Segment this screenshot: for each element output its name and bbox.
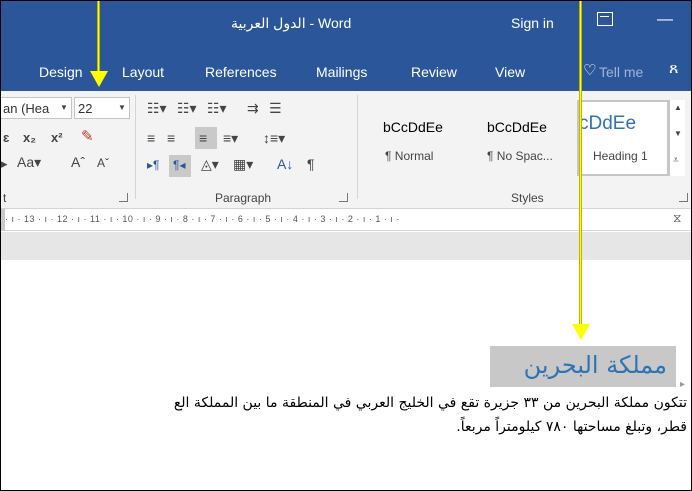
window-title: الدول العربية - Word — [231, 15, 352, 31]
ruler: · ı · 13 · ı · 12 · ı · 11 · ı · 10 · ı … — [1, 209, 691, 231]
align-right-icon[interactable]: ≡ — [199, 131, 207, 145]
share-icon[interactable]: ጸ — [669, 60, 678, 78]
chevron-down-icon: ▼ — [60, 103, 68, 112]
style-preview: bCcDdEe — [383, 119, 443, 135]
paragraph-group-label: Paragraph — [215, 191, 272, 205]
word-window: الدول العربية - Word Sign in — Design La… — [0, 0, 692, 491]
tell-me-box[interactable]: Tell me — [599, 64, 643, 80]
chevron-up-icon[interactable]: ▲ — [674, 104, 682, 112]
paragraph-mark-icon: ▸ — [680, 379, 686, 390]
document-paragraph-line[interactable]: تتكون مملكة البحرين من ٣٣ جزيرة تقع في ا… — [174, 395, 687, 411]
style-name: ¶ No Spac... — [487, 149, 553, 163]
chevron-down-icon: ▼ — [118, 103, 126, 112]
font-dialog-launcher-icon[interactable] — [119, 193, 128, 202]
chevron-down-icon[interactable]: ▼ — [674, 130, 682, 138]
lightbulb-icon[interactable]: ♡ — [583, 61, 596, 79]
ltr-text-icon[interactable]: ▸¶ — [147, 159, 159, 171]
shading-icon[interactable]: ◬▾ — [201, 157, 219, 171]
minimize-button[interactable]: — — [657, 11, 673, 29]
font-name-box[interactable]: an (Hea ▼ — [1, 97, 72, 119]
strikethrough-icon[interactable]: ɛ — [3, 131, 9, 144]
change-case-icon[interactable]: Aa▾ — [17, 155, 41, 169]
text-effects-icon[interactable]: ▸ — [1, 157, 8, 170]
borders-icon[interactable]: ▦▾ — [233, 157, 253, 171]
subscript-icon[interactable]: x₂ — [23, 131, 36, 144]
superscript-icon[interactable]: x² — [51, 131, 63, 144]
clear-formatting-icon[interactable]: ✎ — [81, 129, 94, 144]
shrink-font-icon[interactable]: Aˇ — [97, 157, 109, 169]
style-preview: cDdEe — [579, 113, 637, 134]
rtl-text-icon[interactable]: ¶◂ — [173, 159, 185, 171]
font-size-value: 22 — [78, 101, 93, 116]
tab-references[interactable]: References — [205, 64, 277, 80]
multilevel-list-icon[interactable]: ☷▾ — [207, 101, 227, 115]
tab-view[interactable]: View — [495, 64, 525, 80]
ribbon-display-options-icon[interactable] — [597, 12, 613, 26]
tab-design[interactable]: Design — [39, 64, 83, 80]
tab-review[interactable]: Review — [411, 64, 457, 80]
group-separator — [357, 95, 358, 199]
decrease-indent-icon[interactable]: ⇉ — [247, 101, 259, 115]
group-separator — [135, 95, 136, 199]
align-center-icon[interactable]: ≡ — [167, 131, 175, 145]
indent-marker-icon[interactable]: ⧖ — [673, 211, 681, 226]
font-group-label: t — [3, 191, 7, 205]
styles-group-label: Styles — [511, 191, 544, 205]
ruler-marks: · ı · 13 · ı · 12 · ı · 11 · ı · 10 · ı … — [5, 214, 400, 224]
styles-scroll[interactable]: ▲ ▼ ⩡ — [669, 100, 685, 176]
bullets-icon[interactable]: ☷▾ — [147, 101, 167, 115]
justify-icon[interactable]: ≡▾ — [223, 131, 238, 145]
title-bar: الدول العربية - Word Sign in — — [1, 1, 691, 47]
paragraph-dialog-launcher-icon[interactable] — [339, 193, 348, 202]
document-background — [1, 232, 691, 260]
style-no-spacing[interactable]: bCcDdEe ¶ No Spac... — [475, 115, 571, 175]
style-normal[interactable]: bCcDdEe ¶ Normal — [373, 115, 469, 175]
numbering-icon[interactable]: ☷▾ — [177, 101, 197, 115]
grow-font-icon[interactable]: Aˆ — [71, 155, 85, 169]
increase-indent-icon[interactable]: ☰ — [269, 101, 282, 115]
font-name-value: an (Hea — [3, 101, 50, 116]
styles-dialog-launcher-icon[interactable] — [679, 193, 688, 202]
document-heading[interactable]: مملكة البحرين — [524, 351, 667, 379]
tab-mailings[interactable]: Mailings — [316, 64, 367, 80]
more-styles-icon[interactable]: ⩡ — [673, 156, 679, 166]
tab-layout[interactable]: Layout — [122, 64, 164, 80]
document-paragraph-line[interactable]: قطر، وتبلغ مساحتها ٧٨٠ كيلومتراً مربعاً. — [456, 419, 687, 435]
show-hide-icon[interactable]: ¶ — [307, 157, 315, 171]
align-left-icon[interactable]: ≡ — [147, 131, 155, 145]
sort-icon[interactable]: A↓ — [277, 157, 293, 171]
style-name: Heading 1 — [593, 149, 648, 163]
line-spacing-icon[interactable]: ↕≡▾ — [263, 131, 285, 145]
sign-in-link[interactable]: Sign in — [511, 15, 554, 31]
font-size-box[interactable]: 22 ▼ — [74, 97, 130, 119]
style-name: ¶ Normal — [385, 149, 434, 163]
style-preview: bCcDdEe — [487, 119, 547, 135]
style-heading-1-content: cDdEe Heading 1 — [579, 111, 669, 175]
